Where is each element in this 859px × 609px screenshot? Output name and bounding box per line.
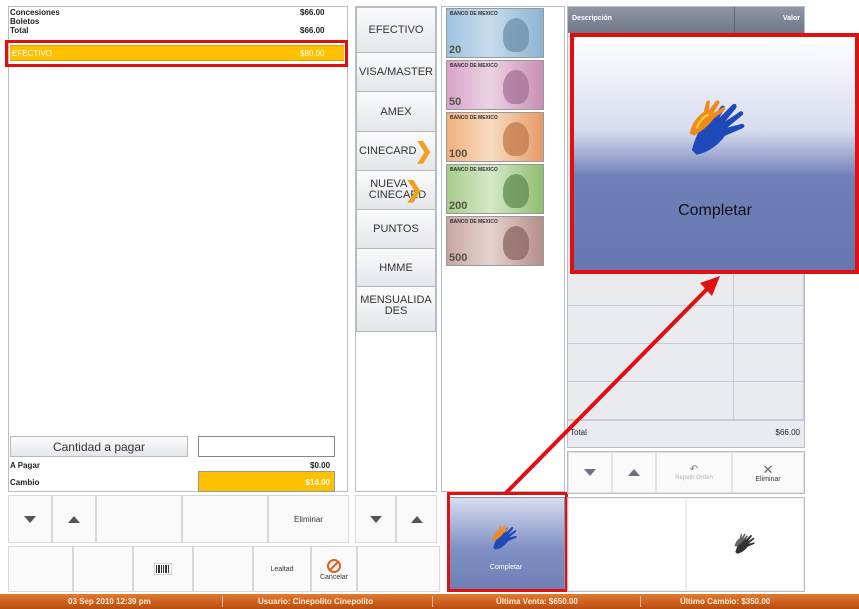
- change-label: Cambio: [10, 478, 40, 487]
- summary-row-concesiones: Concesiones $66.00: [10, 8, 336, 17]
- order-total-row: Total $66.00: [568, 420, 804, 447]
- summary-label: Boletos: [10, 17, 40, 26]
- scroll-up-button[interactable]: [52, 495, 96, 543]
- pay-row: A Pagar $0.00: [10, 461, 336, 471]
- summary-label: Total: [10, 26, 29, 35]
- table-row: [568, 306, 734, 344]
- table-row: [734, 269, 804, 306]
- empty-toolbar-slot: [8, 546, 73, 592]
- status-divider: [222, 596, 223, 607]
- payment-visa-master-button[interactable]: VISA/MASTER: [356, 52, 436, 92]
- summary-value: $66.00: [300, 8, 325, 17]
- scroll-up-button[interactable]: [612, 452, 656, 493]
- empty-toolbar-slot: [73, 546, 133, 592]
- payment-puntos-button[interactable]: PUNTOS: [356, 209, 436, 249]
- bill-200[interactable]: BANCO DE MEXICO 200: [446, 164, 544, 214]
- empty-toolbar-slot: [357, 546, 440, 592]
- bill-50[interactable]: BANCO DE MEXICO 50: [446, 60, 544, 110]
- column-header-value: Valor: [782, 15, 800, 22]
- highlight-frame-payment-row: [5, 40, 348, 67]
- amount-to-pay-button[interactable]: Cantidad a pagar: [10, 436, 188, 457]
- empty-toolbar-slot: [182, 495, 268, 543]
- chevron-down-icon: [24, 515, 36, 523]
- chevron-up-icon: [628, 469, 640, 476]
- loyalty-button[interactable]: Lealtad: [253, 546, 311, 592]
- delete-item-button[interactable]: ✕ Eliminar: [732, 452, 804, 493]
- summary-value: $66.00: [300, 26, 325, 35]
- order-total-label: Total: [570, 428, 587, 437]
- status-datetime: 03 Sep 2010 12:39 pm: [68, 597, 151, 606]
- repeat-order-label: Repetir Orden: [675, 475, 713, 481]
- scroll-down-button[interactable]: [568, 452, 612, 493]
- repeat-icon: ↶: [689, 464, 699, 475]
- chevron-up-icon: [410, 515, 423, 523]
- delete-button[interactable]: Eliminar: [268, 495, 349, 543]
- cancel-icon: [327, 558, 341, 573]
- cinecard-label: CINECARD: [359, 145, 417, 157]
- status-last-sale: Última Venta: $650.00: [496, 597, 578, 606]
- scroll-down-button[interactable]: [8, 495, 52, 543]
- table-row: [734, 382, 804, 420]
- nueva-cinecard-label: NUEVA CINECARD: [368, 178, 427, 201]
- empty-toolbar-slot: [568, 498, 686, 591]
- column-header-description: Descripción: [572, 15, 613, 22]
- status-last-change: Último Cambio: $350.00: [680, 597, 771, 606]
- summary-label: Concesiones: [10, 8, 60, 17]
- scroll-up-button[interactable]: [396, 495, 437, 543]
- order-summary-panel: [8, 6, 348, 492]
- empty-toolbar-slot: [96, 495, 182, 543]
- bill-100[interactable]: BANCO DE MEXICO 100: [446, 112, 544, 162]
- table-row: [734, 344, 804, 382]
- cancel-label: Cancelar: [319, 573, 348, 581]
- status-divider: [432, 596, 433, 607]
- status-divider: [640, 596, 641, 607]
- close-icon: ✕: [762, 461, 774, 477]
- change-value: $14.00: [305, 478, 330, 487]
- table-row: [568, 382, 734, 420]
- chevron-down-icon: [369, 515, 382, 523]
- change-value-box: $14.00: [198, 471, 335, 492]
- empty-toolbar-slot: [193, 546, 253, 592]
- bill-20[interactable]: BANCO DE MEXICO 20: [446, 8, 544, 58]
- bill-500[interactable]: BANCO DE MEXICO 500: [446, 216, 544, 266]
- table-row: [568, 344, 734, 382]
- highlight-frame-zoom: [570, 33, 859, 274]
- table-row: [734, 306, 804, 344]
- payment-mensualidades-button[interactable]: MENSUALIDADES: [356, 286, 436, 332]
- chevron-right-icon: ❯: [404, 177, 424, 202]
- repeat-order-button[interactable]: ↶ Repetir Orden: [656, 452, 732, 493]
- pay-value: $0.00: [310, 461, 331, 470]
- payment-nueva-cinecard-button[interactable]: NUEVA CINECARD ❯: [356, 170, 436, 210]
- status-user: Usuario: Cinepolito Cinepolito: [258, 597, 374, 606]
- summary-row-total: Total $66.00: [10, 26, 336, 35]
- chevron-right-icon: ❯: [414, 138, 433, 163]
- scroll-down-button[interactable]: [355, 495, 396, 543]
- finish-button[interactable]: [686, 498, 804, 591]
- highlight-frame-complete-button: [447, 492, 568, 592]
- order-total-value: $66.00: [775, 428, 800, 437]
- chevron-up-icon: [68, 515, 80, 523]
- status-bar: 03 Sep 2010 12:39 pm Usuario: Cinepolito…: [0, 594, 859, 609]
- table-row: [568, 269, 734, 306]
- payment-amex-button[interactable]: AMEX: [356, 91, 436, 132]
- barcode-icon: [154, 563, 172, 575]
- amount-input[interactable]: [198, 436, 335, 457]
- chevron-down-icon: [584, 469, 596, 476]
- barcode-button[interactable]: [133, 546, 193, 592]
- hands-icon: [734, 533, 755, 554]
- payment-hmme-button[interactable]: HMME: [356, 248, 436, 287]
- summary-row-boletos: Boletos: [10, 17, 336, 26]
- cancel-button[interactable]: Cancelar: [311, 546, 357, 592]
- pay-label: A Pagar: [10, 461, 40, 470]
- payment-cinecard-button[interactable]: CINECARD ❯: [356, 131, 436, 171]
- payment-efectivo-button[interactable]: EFECTIVO: [356, 7, 436, 53]
- delete-item-label: Eliminar: [755, 475, 781, 483]
- order-table-header: Descripción Valor: [568, 7, 804, 33]
